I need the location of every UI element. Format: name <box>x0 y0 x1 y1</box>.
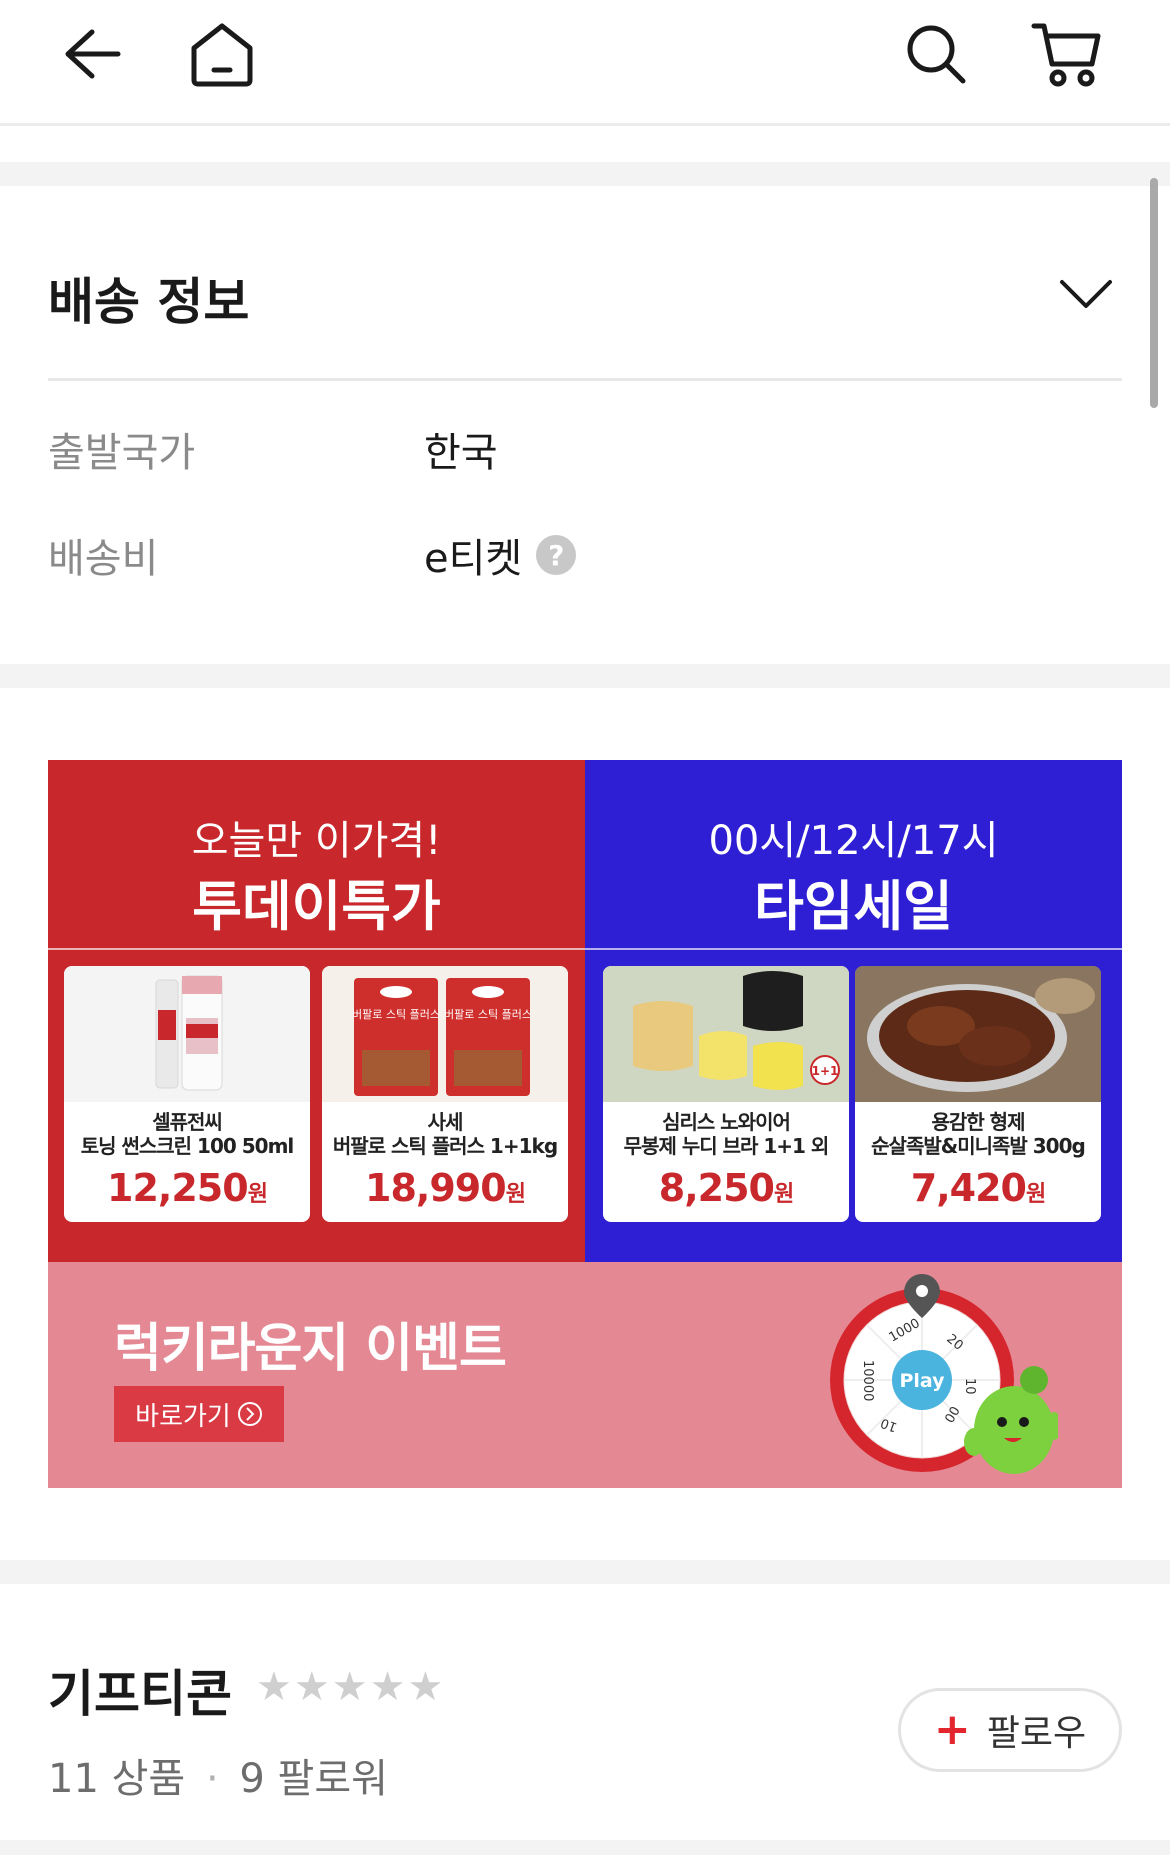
product-title: 순살족발&미니족발 300g <box>871 1134 1086 1158</box>
follow-button-label: 팔로우 <box>986 1713 1087 1754</box>
product-image: 1+1 <box>603 966 849 1102</box>
time-sale-subtitle: 00시/12시/17시 <box>708 818 999 864</box>
product-title: 토닝 썬스크린 100 50ml <box>80 1134 295 1158</box>
promo-banner[interactable]: 오늘만 이가격! 투데이특가 셀퓨전씨 토닝 썬스크린 100 50ml 12,… <box>48 760 1122 1488</box>
product-price: 8,250원 <box>603 1166 849 1210</box>
section-gap <box>0 664 1170 688</box>
go-button[interactable]: 바로가기 <box>114 1386 284 1442</box>
shipping-info-title: 배송 정보 <box>48 273 250 331</box>
follow-button[interactable]: + 팔로우 <box>898 1688 1122 1772</box>
today-deal-subtitle: 오늘만 이가격! <box>191 818 442 864</box>
product-card[interactable]: 셀퓨전씨 토닝 썬스크린 100 50ml 12,250원 <box>64 966 310 1222</box>
product-count: 11 상품 <box>48 1756 186 1802</box>
price-value: 7,420 <box>910 1166 1027 1210</box>
top-navigation-bar <box>0 0 1170 126</box>
section-gap <box>0 162 1170 186</box>
time-sale-title: 타임세일 <box>754 875 953 938</box>
product-title: 무봉제 누디 브라 1+1 외 <box>623 1134 830 1158</box>
product-price: 12,250원 <box>64 1166 310 1210</box>
product-image <box>64 966 310 1102</box>
badge-text: 1+1 <box>812 1064 839 1078</box>
seller-name[interactable]: 기프티콘 <box>48 1654 232 1726</box>
product-pack-text: 버팔로 스틱 플러스 <box>352 1008 440 1021</box>
shipping-divider <box>48 378 1122 381</box>
shipping-fee-value: e티켓 ? <box>424 526 577 584</box>
price-value: 8,250 <box>658 1166 775 1210</box>
product-card[interactable]: 용감한 형제 순살족발&미니족발 300g 7,420원 <box>855 966 1101 1222</box>
separator-dot: · <box>205 1756 219 1802</box>
price-value: 12,250 <box>107 1166 249 1210</box>
chevron-right-circle-icon <box>237 1402 262 1426</box>
product-card[interactable]: 버팔로 스틱 플러스 버팔로 스틱 플러스 사세 버팔로 스틱 플러스 1+1k… <box>322 966 568 1222</box>
price-unit: 원 <box>1025 1182 1046 1207</box>
product-brand: 용감한 형제 <box>931 1110 1026 1134</box>
time-sale-panel[interactable]: 00시/12시/17시 타임세일 1+1 심리스 노와이어 무봉제 누디 브라 … <box>585 760 1122 1262</box>
plus-icon: + <box>933 1704 971 1755</box>
chevron-down-icon[interactable] <box>1058 276 1114 316</box>
product-name: 심리스 노와이어 무봉제 누디 브라 1+1 외 <box>603 1110 849 1158</box>
today-deal-header: 오늘만 이가격! 투데이특가 <box>48 760 585 950</box>
scrollbar[interactable] <box>1150 178 1158 408</box>
product-name: 셀퓨전씨 토닝 썬스크린 100 50ml <box>64 1110 310 1158</box>
product-image <box>855 966 1101 1102</box>
today-deal-title: 투데이특가 <box>192 875 441 938</box>
section-gap <box>0 1560 1170 1584</box>
product-pack-text: 버팔로 스틱 플러스 <box>444 1008 532 1021</box>
price-value: 18,990 <box>365 1166 507 1210</box>
shipping-fee-label: 배송비 <box>48 536 159 582</box>
seller-stats: 11 상품 · 9 팔로워 <box>48 1746 388 1804</box>
product-card[interactable]: 1+1 심리스 노와이어 무봉제 누디 브라 1+1 외 8,250원 <box>603 966 849 1222</box>
back-arrow-icon[interactable] <box>50 14 130 94</box>
product-image: 버팔로 스틱 플러스 버팔로 스틱 플러스 <box>322 966 568 1102</box>
wheel-label: 10 <box>962 1378 977 1395</box>
price-unit: 원 <box>247 1182 268 1207</box>
cart-icon[interactable] <box>1026 14 1106 94</box>
price-unit: 원 <box>773 1182 794 1207</box>
rating-stars: ★★★★★ <box>256 1664 446 1710</box>
follower-count: 9 팔로워 <box>239 1756 388 1802</box>
lucky-lounge-banner[interactable]: 럭키라운지 이벤트 바로가기 Play 1000 20 10 00 10 100… <box>48 1262 1122 1488</box>
product-brand: 심리스 노와이어 <box>662 1110 791 1134</box>
product-name: 사세 버팔로 스틱 플러스 1+1kg <box>322 1110 568 1158</box>
section-gap <box>0 1840 1170 1855</box>
home-icon[interactable] <box>182 14 262 94</box>
origin-country-text: 한국 <box>424 430 498 476</box>
today-deal-panel[interactable]: 오늘만 이가격! 투데이특가 셀퓨전씨 토닝 썬스크린 100 50ml 12,… <box>48 760 585 1262</box>
product-price: 7,420원 <box>855 1166 1101 1210</box>
roulette-wheel-icon[interactable]: Play 1000 20 10 00 10 10000 <box>818 1262 1058 1488</box>
product-name: 용감한 형제 순살족발&미니족발 300g <box>855 1110 1101 1158</box>
product-brand: 사세 <box>427 1110 464 1134</box>
product-title: 버팔로 스틱 플러스 1+1kg <box>332 1134 558 1158</box>
help-icon[interactable]: ? <box>536 535 577 575</box>
lucky-lounge-title: 럭키라운지 이벤트 <box>114 1319 507 1379</box>
go-button-label: 바로가기 <box>135 1401 231 1432</box>
product-price: 18,990원 <box>322 1166 568 1210</box>
search-icon[interactable] <box>896 14 976 94</box>
origin-country-value: 한국 <box>424 420 498 478</box>
time-sale-header: 00시/12시/17시 타임세일 <box>585 760 1122 950</box>
shipping-fee-text: e티켓 <box>424 536 523 582</box>
price-unit: 원 <box>505 1182 526 1207</box>
wheel-label: 10000 <box>860 1360 875 1401</box>
origin-country-label: 출발국가 <box>48 430 196 476</box>
wheel-play-text: Play <box>899 1370 945 1392</box>
product-brand: 셀퓨전씨 <box>152 1110 223 1134</box>
